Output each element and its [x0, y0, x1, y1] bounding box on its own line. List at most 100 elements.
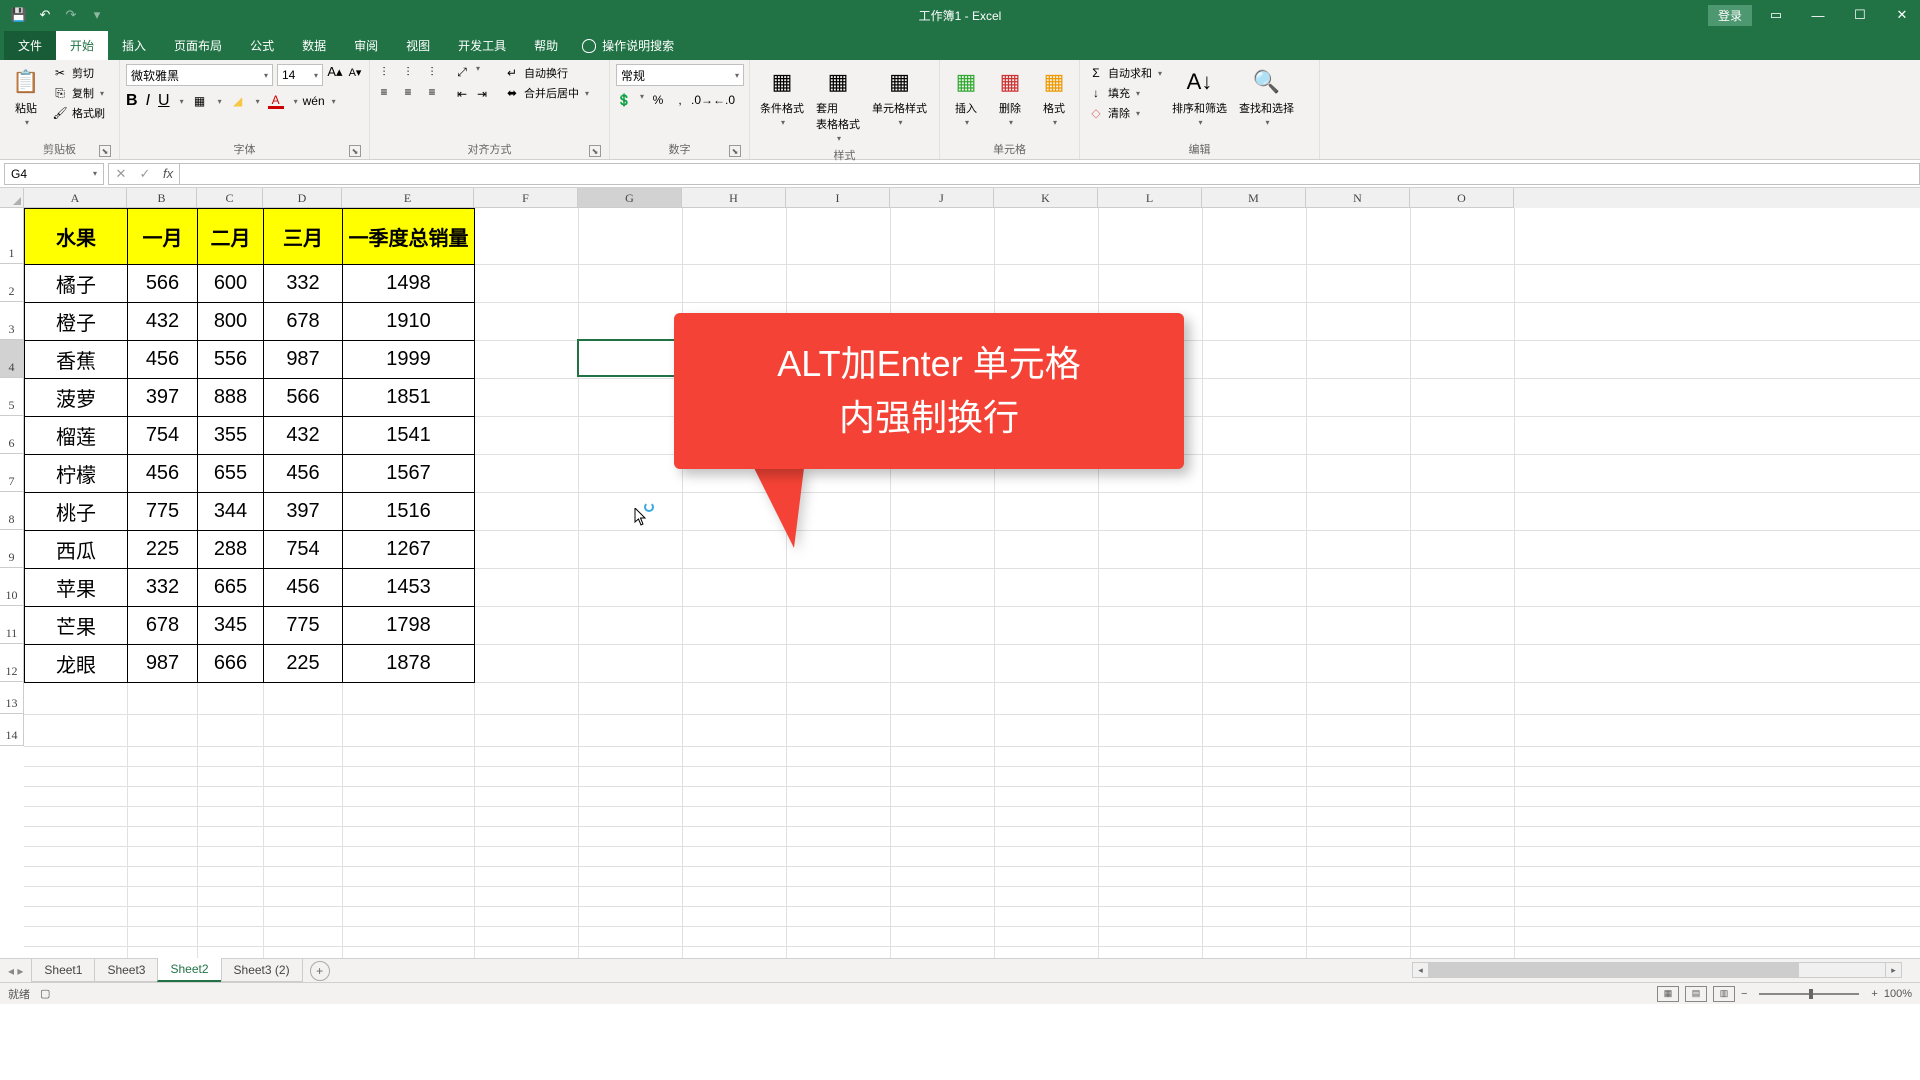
- sheet-tab-1[interactable]: Sheet1: [31, 959, 95, 982]
- row-header[interactable]: 5: [0, 378, 24, 416]
- phonetic-button[interactable]: wén: [306, 93, 322, 109]
- ribbon-options-icon[interactable]: ▭: [1758, 1, 1794, 29]
- alignment-launcher-icon[interactable]: ⬊: [589, 145, 601, 157]
- table-cell[interactable]: 566: [128, 265, 198, 303]
- qat-dropdown-icon[interactable]: ▾: [86, 4, 108, 26]
- align-top-icon[interactable]: ⫶: [376, 64, 392, 80]
- row-header[interactable]: 3: [0, 302, 24, 340]
- table-cell[interactable]: 1516: [343, 493, 475, 531]
- login-button[interactable]: 登录: [1708, 5, 1752, 26]
- increase-decimal-icon[interactable]: .0→: [694, 92, 710, 108]
- column-header[interactable]: G: [578, 188, 682, 208]
- font-name-combo[interactable]: 微软雅黑▾: [126, 64, 273, 86]
- undo-icon[interactable]: ↶: [34, 4, 56, 26]
- table-cell[interactable]: 456: [128, 455, 198, 493]
- percent-icon[interactable]: %: [650, 92, 666, 108]
- tab-help[interactable]: 帮助: [520, 31, 572, 60]
- column-headers[interactable]: ABCDEFGHIJKLMNO: [24, 188, 1920, 208]
- decrease-indent-icon[interactable]: ⇤: [454, 86, 470, 102]
- table-header[interactable]: 二月: [198, 209, 264, 265]
- enter-formula-icon[interactable]: ✓: [133, 166, 157, 182]
- column-header[interactable]: F: [474, 188, 578, 208]
- format-cells-button[interactable]: ▦格式▾: [1034, 64, 1074, 129]
- table-cell[interactable]: 600: [198, 265, 264, 303]
- minimize-icon[interactable]: —: [1800, 1, 1836, 29]
- orientation-icon[interactable]: ⤢: [454, 64, 470, 80]
- table-cell[interactable]: 332: [128, 569, 198, 607]
- fill-button[interactable]: ↓填充▾: [1086, 84, 1164, 102]
- table-cell[interactable]: 344: [198, 493, 264, 531]
- table-cell[interactable]: 987: [264, 341, 343, 379]
- row-header[interactable]: 12: [0, 644, 24, 682]
- tab-page-layout[interactable]: 页面布局: [160, 31, 236, 60]
- sheet-tab-3[interactable]: Sheet2: [157, 958, 221, 982]
- table-cell[interactable]: 1453: [343, 569, 475, 607]
- table-cell[interactable]: 800: [198, 303, 264, 341]
- row-header[interactable]: 14: [0, 714, 24, 746]
- row-header[interactable]: 9: [0, 530, 24, 568]
- decrease-decimal-icon[interactable]: ←.0: [716, 92, 732, 108]
- zoom-slider[interactable]: [1759, 993, 1859, 995]
- table-cell[interactable]: 柠檬: [25, 455, 128, 493]
- table-cell[interactable]: 橙子: [25, 303, 128, 341]
- format-table-button[interactable]: ▦套用 表格格式▾: [812, 64, 864, 145]
- column-header[interactable]: D: [263, 188, 342, 208]
- align-left-icon[interactable]: ≡: [376, 84, 392, 100]
- table-cell[interactable]: 775: [264, 607, 343, 645]
- cell-styles-button[interactable]: ▦单元格样式▾: [868, 64, 931, 129]
- table-cell[interactable]: 888: [198, 379, 264, 417]
- table-header[interactable]: 一月: [128, 209, 198, 265]
- scroll-right-icon[interactable]: ▸: [1885, 963, 1901, 977]
- row-header[interactable]: 1: [0, 208, 24, 264]
- table-cell[interactable]: 龙眼: [25, 645, 128, 683]
- row-header[interactable]: 2: [0, 264, 24, 302]
- table-cell[interactable]: 432: [128, 303, 198, 341]
- table-cell[interactable]: 1498: [343, 265, 475, 303]
- column-header[interactable]: H: [682, 188, 786, 208]
- table-header[interactable]: 一季度总销量: [343, 209, 475, 265]
- copy-button[interactable]: ⎘复制▾: [50, 84, 107, 102]
- table-cell[interactable]: 432: [264, 417, 343, 455]
- tab-view[interactable]: 视图: [392, 31, 444, 60]
- table-cell[interactable]: 332: [264, 265, 343, 303]
- row-header[interactable]: 10: [0, 568, 24, 606]
- table-cell[interactable]: 1798: [343, 607, 475, 645]
- table-cell[interactable]: 1999: [343, 341, 475, 379]
- table-header[interactable]: 水果: [25, 209, 128, 265]
- column-header[interactable]: L: [1098, 188, 1202, 208]
- scroll-left-icon[interactable]: ◂: [1413, 963, 1429, 977]
- column-header[interactable]: B: [127, 188, 197, 208]
- table-cell[interactable]: 678: [128, 607, 198, 645]
- column-header[interactable]: I: [786, 188, 890, 208]
- table-cell[interactable]: 1851: [343, 379, 475, 417]
- table-cell[interactable]: 1567: [343, 455, 475, 493]
- font-color-button[interactable]: A: [268, 93, 284, 109]
- row-header[interactable]: 7: [0, 454, 24, 492]
- table-cell[interactable]: 1878: [343, 645, 475, 683]
- table-cell[interactable]: 397: [128, 379, 198, 417]
- table-cell[interactable]: 556: [198, 341, 264, 379]
- number-launcher-icon[interactable]: ⬊: [729, 145, 741, 157]
- table-cell[interactable]: 397: [264, 493, 343, 531]
- close-icon[interactable]: ✕: [1884, 1, 1920, 29]
- sort-filter-button[interactable]: A↓排序和筛选▾: [1168, 64, 1231, 129]
- zoom-out-button[interactable]: −: [1741, 988, 1747, 1000]
- save-icon[interactable]: 💾: [8, 4, 30, 26]
- tab-home[interactable]: 开始: [56, 31, 108, 60]
- scroll-thumb[interactable]: [1429, 963, 1799, 977]
- bold-button[interactable]: B: [126, 92, 138, 110]
- underline-button[interactable]: U: [158, 92, 170, 110]
- border-button[interactable]: ▦: [192, 93, 208, 109]
- row-header[interactable]: 6: [0, 416, 24, 454]
- normal-view-icon[interactable]: ▦: [1657, 986, 1679, 1002]
- table-cell[interactable]: 1267: [343, 531, 475, 569]
- tell-me-search[interactable]: 操作说明搜索: [572, 31, 684, 60]
- table-cell[interactable]: 355: [198, 417, 264, 455]
- column-header[interactable]: J: [890, 188, 994, 208]
- column-header[interactable]: E: [342, 188, 474, 208]
- row-header[interactable]: 4: [0, 340, 24, 378]
- horizontal-scrollbar[interactable]: ◂ ▸: [1412, 962, 1902, 978]
- select-all-button[interactable]: [0, 188, 24, 208]
- format-painter-button[interactable]: 🖌格式刷: [50, 104, 107, 122]
- align-bottom-icon[interactable]: ⫶: [424, 64, 440, 80]
